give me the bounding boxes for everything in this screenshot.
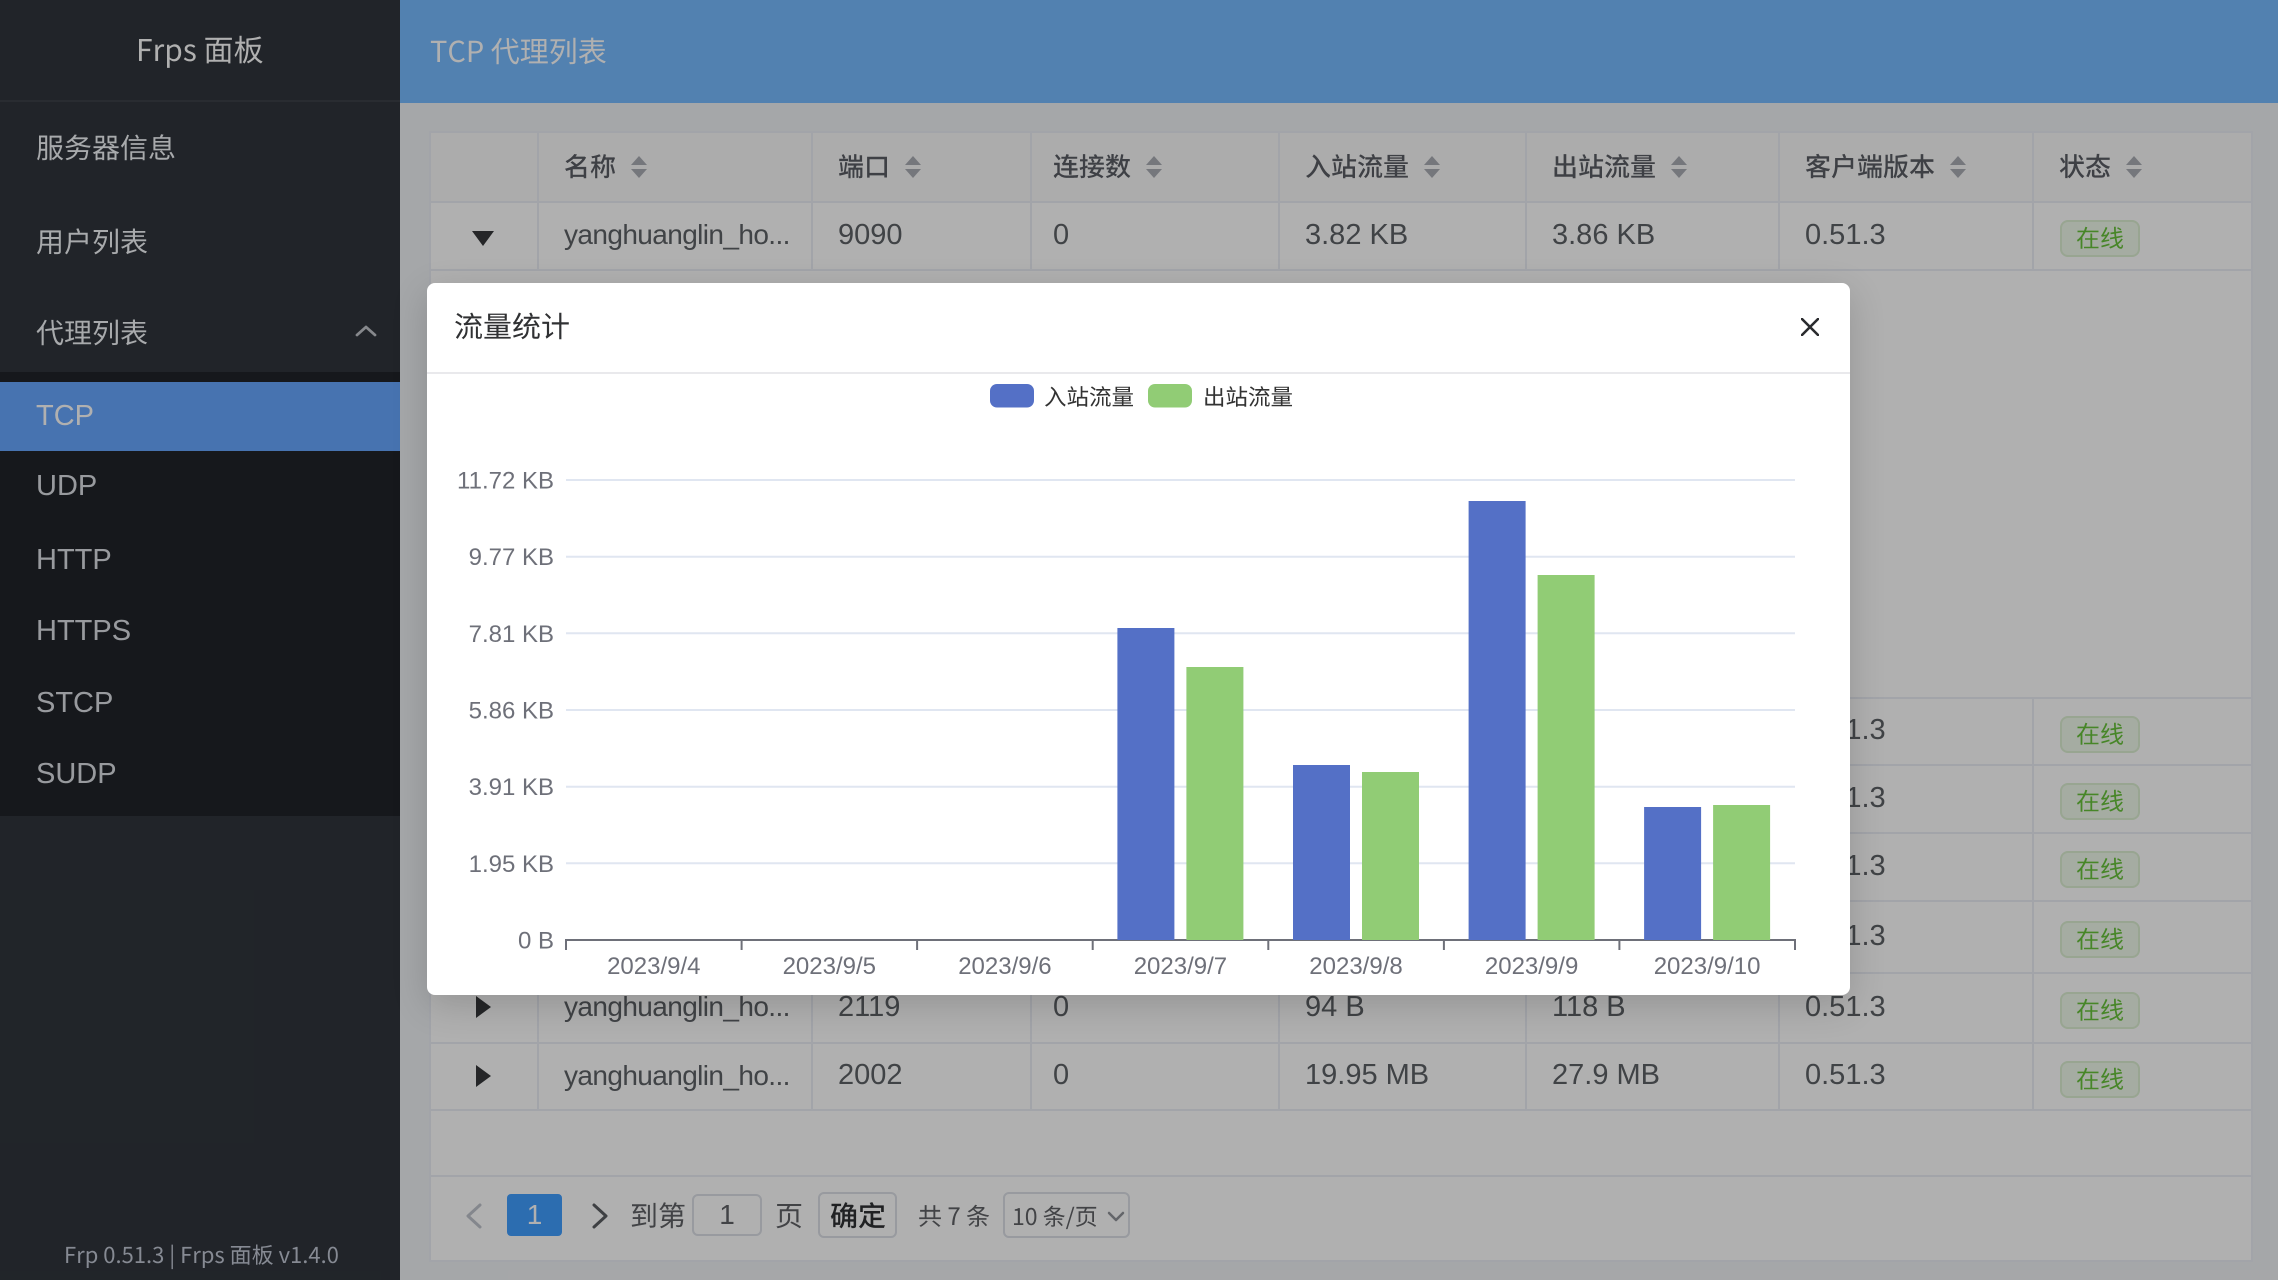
svg-text:1.95 KB: 1.95 KB	[469, 851, 554, 878]
svg-text:7.81 KB: 7.81 KB	[469, 621, 554, 648]
svg-text:0 B: 0 B	[518, 928, 554, 955]
svg-text:3.91 KB: 3.91 KB	[469, 774, 554, 801]
svg-text:2023/9/6: 2023/9/6	[958, 953, 1051, 980]
svg-text:2023/9/9: 2023/9/9	[1485, 953, 1578, 980]
svg-text:9.77 KB: 9.77 KB	[469, 544, 554, 571]
svg-text:2023/9/10: 2023/9/10	[1654, 953, 1761, 980]
svg-text:2023/9/7: 2023/9/7	[1134, 953, 1227, 980]
svg-text:2023/9/4: 2023/9/4	[607, 953, 700, 980]
svg-text:2023/9/8: 2023/9/8	[1309, 953, 1402, 980]
svg-text:2023/9/5: 2023/9/5	[783, 953, 876, 980]
svg-text:5.86 KB: 5.86 KB	[469, 698, 554, 725]
svg-text:11.72 KB: 11.72 KB	[457, 468, 554, 495]
